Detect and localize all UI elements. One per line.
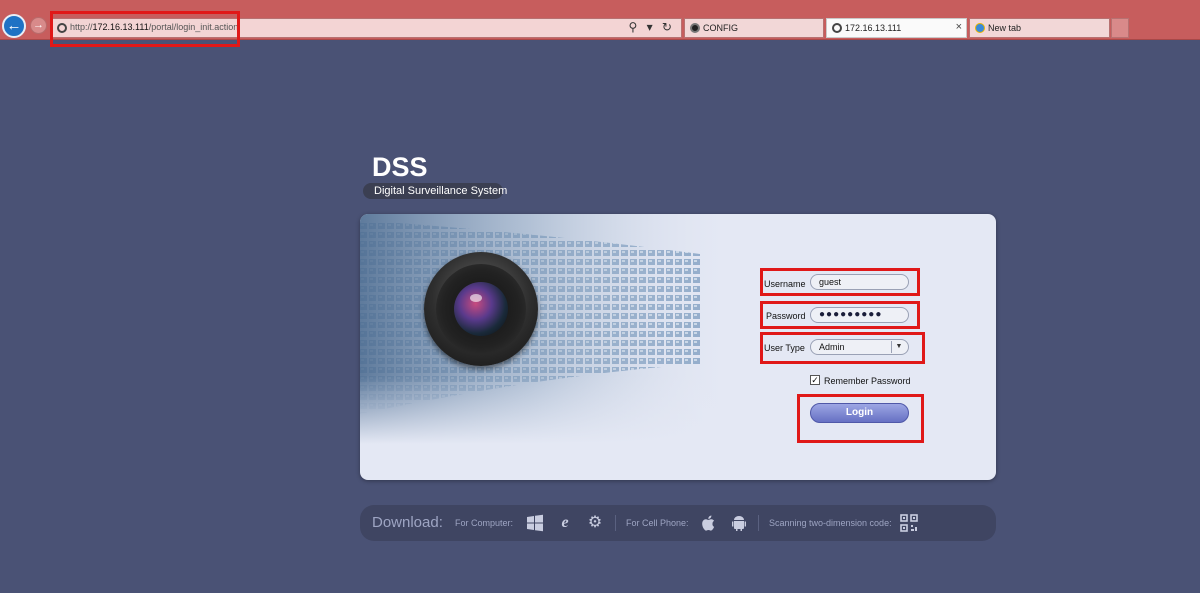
remember-password-checkbox[interactable]: ✓: [810, 375, 820, 385]
windows-icon[interactable]: [526, 514, 544, 532]
annotation-box-url: [50, 11, 240, 47]
internet-explorer-icon[interactable]: e: [556, 514, 574, 532]
site-favicon-icon: [832, 23, 842, 33]
close-icon[interactable]: ×: [956, 21, 962, 33]
tab-dss-login[interactable]: 172.16.13.111 ×: [826, 18, 967, 38]
tab-label: 172.16.13.111: [845, 23, 902, 33]
tab-new[interactable]: New tab: [969, 18, 1110, 38]
qr-code-icon[interactable]: [900, 514, 918, 532]
apple-icon[interactable]: [700, 514, 718, 532]
download-title: Download:: [372, 514, 443, 531]
annotation-box-password: [760, 301, 920, 329]
for-cell-phone-label: For Cell Phone:: [626, 518, 689, 528]
logo-title: DSS: [372, 152, 428, 182]
config-favicon-icon: [690, 23, 700, 33]
divider: [615, 515, 616, 531]
ie-favicon-icon: [975, 23, 985, 33]
remember-password-label: Remember Password: [824, 376, 911, 386]
scanning-code-label: Scanning two-dimension code:: [769, 518, 892, 528]
gear-icon[interactable]: ⚙: [586, 514, 604, 532]
annotation-box-user-type: [760, 332, 925, 364]
annotation-box-username: [760, 268, 920, 296]
forward-arrow-icon[interactable]: →: [30, 17, 47, 34]
back-arrow-icon[interactable]: ←: [2, 14, 26, 38]
tab-label: CONFIG: [703, 23, 738, 33]
hero-image: [360, 214, 740, 444]
for-computer-label: For Computer:: [455, 518, 514, 528]
camera-lens-icon: [424, 252, 538, 366]
tab-label: New tab: [988, 23, 1022, 33]
android-icon[interactable]: [730, 514, 748, 532]
annotation-box-login: [797, 394, 924, 443]
search-refresh-icons[interactable]: ⚲ ▾ ↻: [628, 20, 675, 34]
new-tab-button[interactable]: [1111, 18, 1129, 38]
logo-subtitle: Digital Surveillance System: [363, 183, 507, 199]
download-bar: Download: For Computer: e ⚙ For Cell Pho…: [360, 505, 996, 541]
tab-config[interactable]: CONFIG: [684, 18, 824, 38]
divider: [758, 515, 759, 531]
